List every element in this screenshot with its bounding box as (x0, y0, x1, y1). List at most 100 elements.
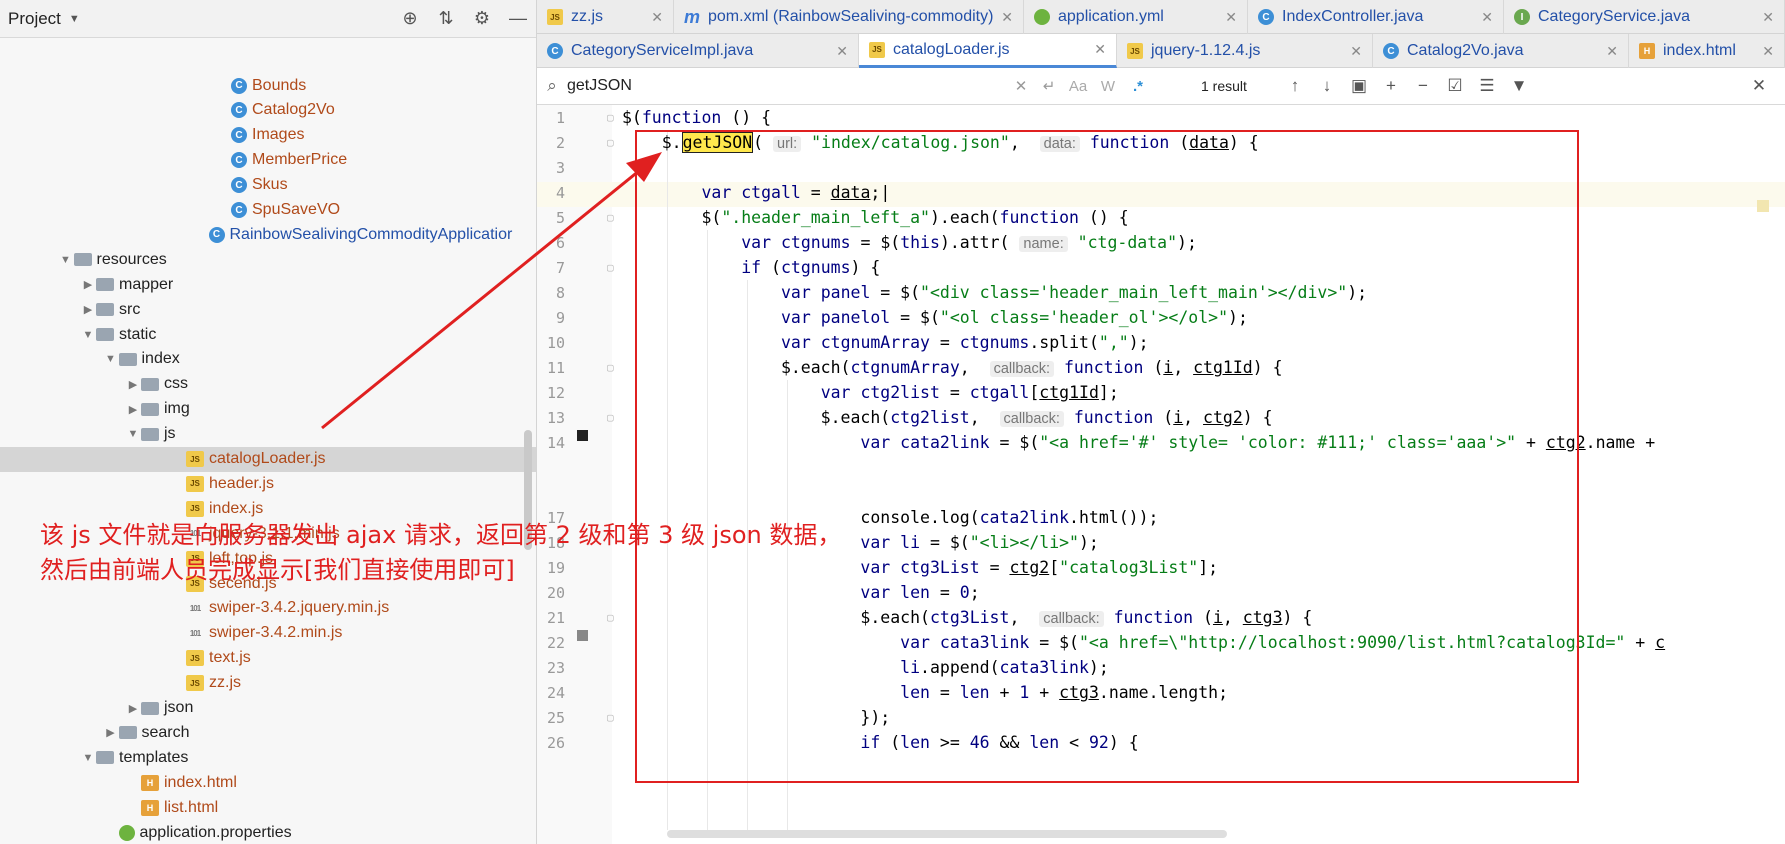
close-search-icon[interactable]: ✕ (1743, 76, 1775, 96)
new-line-icon[interactable]: ↵ (1035, 77, 1063, 95)
tree-item[interactable]: JS catalogLoader.js (0, 446, 536, 472)
tree-item[interactable]: C Images (0, 123, 536, 148)
horizontal-scrollbar[interactable] (667, 830, 1227, 838)
tree-item[interactable]: application.properties (0, 820, 536, 844)
expand-arrow-icon[interactable]: ▼ (80, 329, 96, 341)
close-tab-icon[interactable]: ✕ (836, 43, 848, 60)
tree-item[interactable]: ▼ static (0, 322, 536, 347)
close-tab-icon[interactable]: ✕ (1001, 9, 1013, 26)
tree-item[interactable]: C Skus (0, 173, 536, 198)
tree-item-label: application.properties (139, 823, 292, 841)
remove-selection-icon[interactable]: − (1407, 76, 1439, 96)
select-all-occurrences-icon[interactable]: ☑ (1439, 76, 1471, 96)
minified-file-icon: 101 (189, 603, 201, 613)
filter-icon[interactable]: ▼ (1503, 76, 1535, 96)
close-tab-icon[interactable]: ✕ (651, 9, 663, 26)
editor-tab[interactable]: application.yml ✕ (1024, 0, 1248, 34)
clear-search-icon[interactable]: ✕ (1007, 77, 1035, 95)
regex-toggle[interactable]: .* (1123, 78, 1153, 95)
editor-tab[interactable]: I CategoryService.java ✕ (1504, 0, 1785, 34)
tree-item[interactable]: 101 swiper-3.4.2.jquery.min.js (0, 596, 536, 621)
tree-item[interactable]: ▼ templates (0, 745, 536, 770)
editor-tab[interactable]: C IndexController.java ✕ (1248, 0, 1504, 34)
class-icon: C (1258, 9, 1274, 25)
bookmark-marker[interactable] (577, 630, 588, 641)
close-tab-icon[interactable]: ✕ (1762, 9, 1774, 26)
editor-tab[interactable]: JS jquery-1.12.4.js ✕ (1117, 34, 1373, 68)
add-selection-icon[interactable]: + (1375, 76, 1407, 96)
maven-icon: m (684, 6, 701, 27)
spring-app-class-icon: C (208, 226, 225, 243)
tree-item[interactable]: C Catalog2Vo (0, 98, 536, 123)
multiline-icon[interactable]: ☰ (1471, 76, 1503, 96)
tree-item[interactable]: Hlist.html (0, 795, 536, 820)
collapse-arrow-icon[interactable]: ▶ (125, 403, 141, 416)
tree-item[interactable]: ▼ js (0, 422, 536, 447)
tree-item-label: index (141, 350, 180, 368)
breakpoint-marker[interactable] (577, 430, 588, 441)
tree-item-label: MemberPrice (252, 151, 348, 169)
collapse-arrow-icon[interactable]: ▶ (80, 303, 96, 316)
collapse-all-icon[interactable]: ⇅ (436, 8, 456, 29)
collapse-arrow-icon[interactable]: ▶ (103, 726, 119, 739)
close-tab-icon[interactable]: ✕ (1350, 43, 1362, 60)
editor-tab[interactable]: JS zz.js ✕ (537, 0, 674, 34)
project-view-selector[interactable]: Project (8, 9, 61, 29)
close-tab-icon[interactable]: ✕ (1094, 41, 1106, 58)
collapse-arrow-icon[interactable]: ▶ (125, 702, 141, 715)
close-tab-icon[interactable]: ✕ (1225, 9, 1237, 26)
tree-item[interactable]: ▼ index (0, 347, 536, 372)
tree-item-label: catalogLoader.js (209, 450, 326, 467)
collapse-arrow-icon[interactable]: ▶ (125, 378, 141, 391)
tree-item[interactable]: C SpuSaveVO (0, 198, 536, 223)
annotation-highlight-box (635, 130, 1579, 783)
tree-item-label: index.js (209, 499, 264, 517)
tree-item[interactable]: 101 swiper-3.4.2.min.js (0, 621, 536, 646)
tree-item[interactable]: ▶ search (0, 720, 536, 745)
editor-tab[interactable]: m pom.xml (RainbowSealiving-commodity) ✕ (674, 0, 1024, 34)
tab-label: zz.js (571, 8, 603, 25)
editor-tab[interactable]: C CategoryServiceImpl.java ✕ (537, 34, 859, 68)
tree-item[interactable]: JS header.js (0, 471, 536, 496)
gear-icon[interactable]: ⚙ (472, 8, 492, 29)
folder-icon (141, 427, 159, 441)
whole-words-toggle[interactable]: W (1093, 78, 1123, 95)
tree-item-label: Bounds (252, 76, 307, 94)
search-icon[interactable]: ⌕ (537, 76, 567, 96)
locate-icon[interactable]: ⊕ (400, 8, 420, 29)
tree-item[interactable]: C RainbowSealivingCommodityApplicatior (0, 222, 536, 247)
tree-item[interactable]: ▶ img (0, 397, 536, 422)
tree-item-label: resources (96, 250, 167, 268)
chevron-down-icon[interactable]: ▼ (69, 13, 80, 25)
tree-item[interactable]: ▶ src (0, 297, 536, 322)
tree-item[interactable]: ▶ css (0, 372, 536, 397)
js-file-icon: JS (186, 650, 204, 667)
close-tab-icon[interactable]: ✕ (1481, 9, 1493, 26)
search-input[interactable]: getJSON (567, 77, 1007, 95)
expand-arrow-icon[interactable]: ▼ (80, 752, 96, 764)
collapse-arrow-icon[interactable]: ▶ (80, 278, 96, 291)
expand-arrow-icon[interactable]: ▼ (103, 353, 119, 365)
class-icon: C (231, 202, 247, 218)
open-in-window-icon[interactable]: ▣ (1343, 76, 1375, 96)
close-tab-icon[interactable]: ✕ (1762, 43, 1774, 60)
expand-arrow-icon[interactable]: ▼ (125, 428, 141, 440)
close-tab-icon[interactable]: ✕ (1606, 43, 1618, 60)
tree-item[interactable]: ▼ resources (0, 247, 536, 272)
tree-item[interactable]: ▶ mapper (0, 272, 536, 297)
editor-tab[interactable]: JS catalogLoader.js ✕ (859, 34, 1117, 68)
next-occurrence-icon[interactable]: ↓ (1311, 76, 1343, 96)
tree-item[interactable]: JS zz.js (0, 671, 536, 696)
tree-item[interactable]: C MemberPrice (0, 148, 536, 173)
tree-item[interactable]: C Bounds (0, 73, 536, 98)
previous-occurrence-icon[interactable]: ↑ (1279, 76, 1311, 96)
tree-item[interactable]: JS text.js (0, 646, 536, 671)
tree-item[interactable]: ▶ json (0, 696, 536, 721)
tree-item[interactable]: Hindex.html (0, 770, 536, 795)
editor-tab[interactable]: Hindex.html ✕ (1629, 34, 1785, 68)
match-case-toggle[interactable]: Aa (1063, 78, 1093, 95)
editor-tab[interactable]: C Catalog2Vo.java ✕ (1373, 34, 1629, 68)
js-file-icon: JS (547, 9, 563, 25)
expand-arrow-icon[interactable]: ▼ (58, 254, 74, 266)
minimize-icon[interactable]: — (508, 8, 528, 29)
